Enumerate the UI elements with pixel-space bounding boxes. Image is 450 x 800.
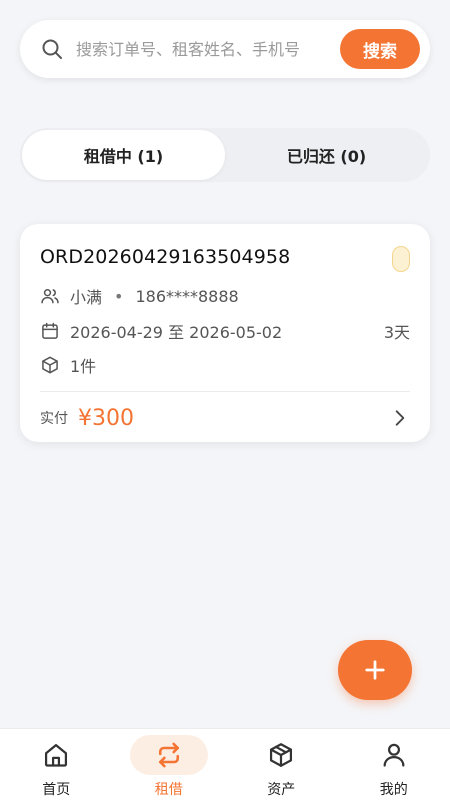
swap-icon	[158, 742, 179, 768]
rental-date-range: 2026-04-29 至 2026-05-02	[70, 323, 283, 342]
separator-dot: •	[114, 286, 124, 306]
nav-label-rental: 租借	[154, 782, 183, 798]
date-row: 2026-04-29 至 2026-05-02 3天	[40, 319, 410, 343]
order-status-tabs: 租借中 (1) 已归还 (0)	[20, 128, 430, 182]
order-number: ORD20260429163504958	[40, 246, 291, 268]
item-count: 1件	[70, 357, 97, 376]
search-icon	[42, 39, 62, 59]
search-input[interactable]	[76, 39, 340, 59]
status-badge	[392, 246, 410, 272]
plus-icon	[365, 660, 385, 680]
add-order-button[interactable]	[338, 640, 412, 700]
nav-icon-container	[242, 735, 320, 775]
nav-icon-container	[355, 735, 433, 775]
search-button[interactable]: 搜索	[340, 29, 420, 69]
item-count-row: 1件	[40, 353, 410, 377]
bottom-nav: 首页 租借 资产 我的	[0, 728, 450, 800]
user-icon	[383, 743, 405, 767]
card-divider	[40, 391, 410, 392]
nav-icon-container	[17, 735, 95, 775]
nav-item-home[interactable]: 首页	[0, 729, 113, 800]
home-icon	[45, 743, 68, 767]
nav-item-rental[interactable]: 租借	[113, 729, 226, 800]
paid-amount: ¥300	[78, 405, 134, 431]
nav-item-profile[interactable]: 我的	[338, 729, 450, 800]
nav-label-home: 首页	[42, 782, 71, 798]
box-icon	[42, 356, 58, 374]
renter-row: 小满 • 186****8888	[40, 284, 410, 308]
renter-name: 小满	[70, 288, 103, 307]
order-card[interactable]: ORD20260429163504958 小满 • 186****8888 20…	[20, 224, 430, 442]
calendar-icon	[42, 322, 58, 339]
nav-label-assets: 资产	[267, 782, 296, 798]
tab-returned[interactable]: 已归还 (0)	[225, 130, 428, 180]
card-footer: 实付 ¥300	[40, 402, 410, 434]
nav-label-profile: 我的	[379, 782, 408, 798]
tab-renting[interactable]: 租借中 (1)	[22, 130, 225, 180]
paid-label: 实付	[40, 411, 68, 427]
rental-duration: 3天	[383, 323, 410, 342]
search-bar: 搜索	[20, 20, 430, 78]
chevron-right-icon[interactable]	[390, 408, 410, 428]
users-icon	[41, 289, 59, 304]
nav-icon-container	[129, 735, 208, 775]
nav-item-assets[interactable]: 资产	[225, 729, 338, 800]
box-icon	[270, 743, 293, 767]
renter-phone: 186****8888	[135, 286, 239, 306]
